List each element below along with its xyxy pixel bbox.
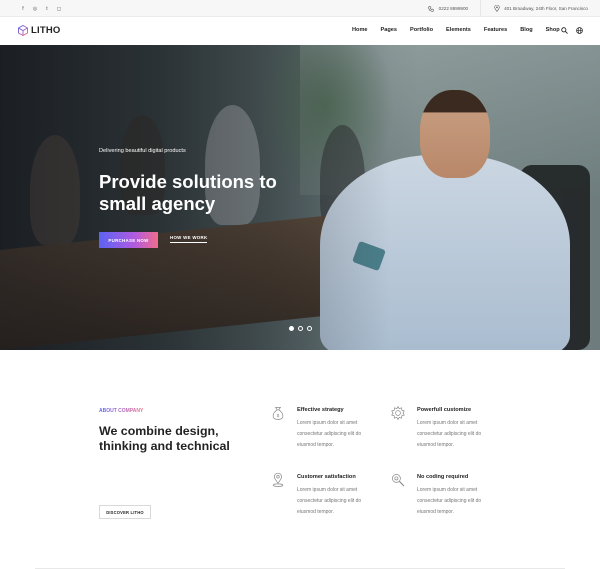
location-pin-icon (272, 472, 284, 487)
slider-dot[interactable] (298, 326, 303, 331)
phone-item[interactable]: 0222 8899900 (416, 0, 480, 17)
feature-description: Lorem ipsum dolor sit amet consectetur a… (417, 487, 482, 515)
globe-icon[interactable] (575, 26, 583, 34)
menu-item-features[interactable]: Features (484, 27, 507, 33)
twitter-icon[interactable]: t (43, 5, 51, 13)
feature-description: Lorem ipsum dolor sit amet consectetur a… (297, 420, 362, 448)
feature-title: No coding required (417, 474, 469, 480)
discover-litho-button[interactable]: DISCOVER LITHO (99, 505, 151, 519)
hero-title: Provide solutions to small agency (99, 171, 277, 214)
facebook-icon[interactable]: f (19, 5, 27, 13)
menu-item-pages[interactable]: Pages (381, 27, 397, 33)
feature-description: Lorem ipsum dolor sit amet consectetur a… (297, 487, 362, 515)
slider-dot[interactable] (289, 326, 294, 331)
logo-text: LITHO (31, 25, 61, 36)
main-menu: Home Pages Portfolio Elements Features B… (352, 27, 573, 33)
gear-icon (391, 405, 405, 421)
logo[interactable]: LITHO (18, 25, 61, 36)
contact-info: 0222 8899900 401 Broadway, 24th Floor, S… (416, 0, 600, 17)
menu-item-portfolio[interactable]: Portfolio (410, 27, 433, 33)
nav-icons (560, 26, 583, 34)
address-text: 401 Broadway, 24th Floor, San Francisco (504, 6, 588, 11)
logo-cube-icon (18, 25, 28, 36)
menu-item-shop[interactable]: Shop (546, 27, 560, 33)
menu-item-elements[interactable]: Elements (446, 27, 471, 33)
instagram-icon[interactable]: ◻ (55, 5, 63, 13)
magnifier-gear-icon (392, 474, 405, 487)
menu-item-blog[interactable]: Blog (520, 27, 532, 33)
top-bar: f ◎ t ◻ 0222 8899900 401 Broadway, 24th … (0, 0, 600, 17)
phone-icon (428, 5, 435, 12)
feature-title: Customer satisfaction (297, 474, 356, 480)
feature-title: Powerfull customize (417, 407, 472, 413)
feature-description: Lorem ipsum dolor sit amet consectetur a… (417, 420, 482, 448)
search-icon[interactable] (560, 26, 568, 34)
slider-dot[interactable] (307, 326, 312, 331)
hero-slider: Delivering beautiful digital products Pr… (0, 45, 600, 350)
how-we-work-link[interactable]: HOW WE WORK (170, 235, 208, 243)
hero-subtitle: Delivering beautiful digital products (99, 148, 186, 154)
dribbble-icon[interactable]: ◎ (31, 5, 39, 13)
main-navbar: LITHO Home Pages Portfolio Elements Feat… (0, 17, 600, 45)
about-label: ABOUT COMPANY (99, 408, 144, 414)
address-item[interactable]: 401 Broadway, 24th Floor, San Francisco (480, 0, 600, 17)
purchase-now-button[interactable]: PURCHASE NOW (99, 232, 158, 248)
menu-item-home[interactable]: Home (352, 27, 368, 33)
social-links: f ◎ t ◻ (19, 5, 63, 13)
location-icon (493, 5, 500, 12)
slider-pagination (289, 326, 312, 331)
about-heading: We combine design, thinking and technica… (99, 424, 230, 453)
money-bag-icon: $ (272, 407, 284, 420)
svg-text:$: $ (277, 413, 280, 419)
feature-title: Effective strategy (297, 407, 344, 413)
phone-number: 0222 8899900 (438, 6, 469, 11)
